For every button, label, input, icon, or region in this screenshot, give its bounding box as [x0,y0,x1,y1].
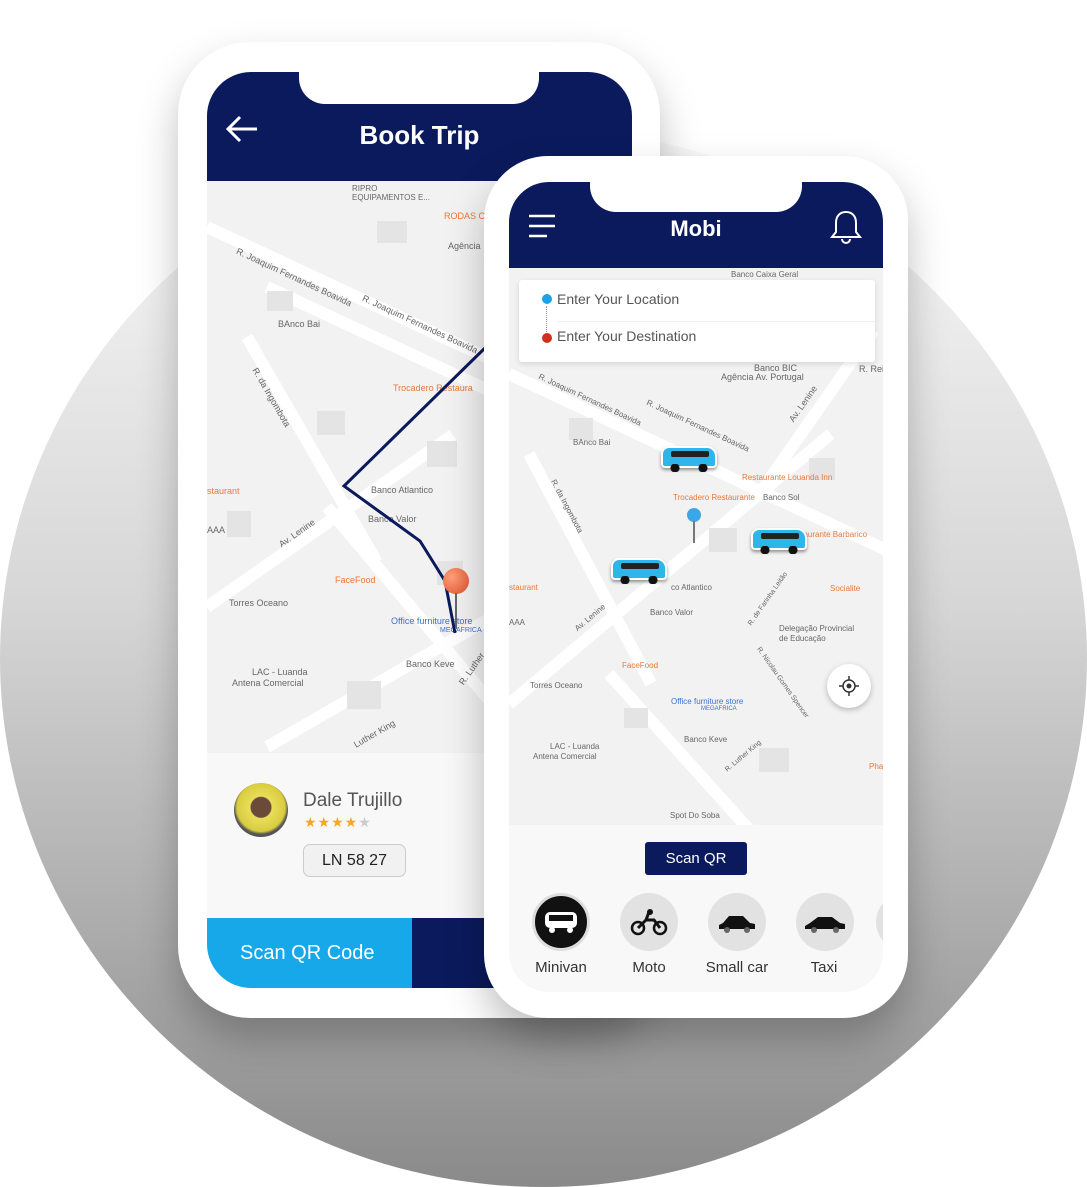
map-label: Antena Comercial [533,752,597,761]
map-label: Delegação Provincial [779,624,855,633]
map-label: de Educação [779,634,826,643]
destination-dot-icon [542,333,552,343]
license-plate: LN 58 27 [303,844,406,877]
location-card: Enter Your Location Enter Your Destinati… [519,280,875,362]
map-label: co Atlantico [671,583,712,592]
scan-qr-button[interactable]: Scan QR [645,842,747,875]
location-input[interactable]: Enter Your Location [557,291,867,307]
app-title: Mobi [670,216,722,241]
map-label: Restaurante Louanda Inn [742,473,833,482]
map-label: FaceFood [622,661,659,670]
map-label: MEGAFRICA [701,706,737,712]
taxi-icon [805,917,845,933]
page-title: Book Trip [359,120,480,150]
map-label: R. Rei K [859,364,883,374]
mobi-phone: Mobi Banco Caixa Geral Banco BIC Agência… [484,156,908,1018]
minivan-marker[interactable] [611,558,667,584]
driver-rating: ★★★★★ [304,814,372,830]
notch [299,72,539,104]
destination-input[interactable]: Enter Your Destination [557,328,867,344]
moto-icon [630,909,668,936]
minivan-marker[interactable] [661,446,717,472]
pin-stem [455,593,457,629]
location-dot-icon [542,294,552,304]
vehicle-taxi[interactable] [796,893,854,951]
vehicle-label: Small car [705,959,769,976]
minivan-marker[interactable] [751,528,807,554]
scan-qr-code-button[interactable]: Scan QR Code [207,918,412,988]
driver-name: Dale Trujillo [303,790,403,811]
bell-icon[interactable] [829,209,863,245]
map-label: Spot Do Soba [670,811,720,820]
driver-avatar [234,783,288,837]
vehicle-moto[interactable] [620,893,678,951]
map-label: LAC - Luanda [550,742,600,751]
locate-icon [839,676,859,696]
map-label: Banco Caixa Geral [731,270,799,279]
map-label: AAA [509,618,526,627]
vehicle-panel: Scan QR Minivan Moto Small car Taxi [509,825,883,992]
map-label: Office furniture store [671,697,744,706]
vehicle-more[interactable] [876,893,883,951]
map-label: Pha [869,762,883,771]
recenter-button[interactable] [827,664,871,708]
map-label: Socialite [830,584,861,593]
route-connector [546,306,547,332]
map-label: Agência Av. Portugal [721,372,804,382]
map-label: Banco Keve [684,735,728,744]
vehicle-small-car[interactable] [708,893,766,951]
street-label: R. Nicolau Gomes Spencer [755,646,810,720]
street-label: R. de Farinha Leitão [747,571,790,628]
current-location-pin-icon [687,508,701,522]
map-label: Banco Valor [650,608,693,617]
street-label: R. Luther King [724,739,763,774]
notch [590,182,802,212]
vehicle-minivan[interactable] [532,893,590,951]
pin-stem [693,521,695,543]
vehicle-label: Taxi [810,959,838,976]
small-car-icon [719,916,755,933]
map-label: Torres Oceano [530,681,583,690]
map-label: staurant [509,583,538,592]
mobi-header: Mobi [509,182,883,268]
map-label: Trocadero Restaurante [673,493,755,502]
map-label: BAnco Bai [573,438,611,447]
vehicle-label: Moto [632,959,666,976]
mobi-screen: Mobi Banco Caixa Geral Banco BIC Agência… [509,182,883,992]
divider [557,321,875,322]
minivan-icon [545,912,577,933]
destination-pin-icon [443,568,469,594]
vehicle-label: Minivan [535,959,587,976]
map-label: Banco Sol [763,493,800,502]
